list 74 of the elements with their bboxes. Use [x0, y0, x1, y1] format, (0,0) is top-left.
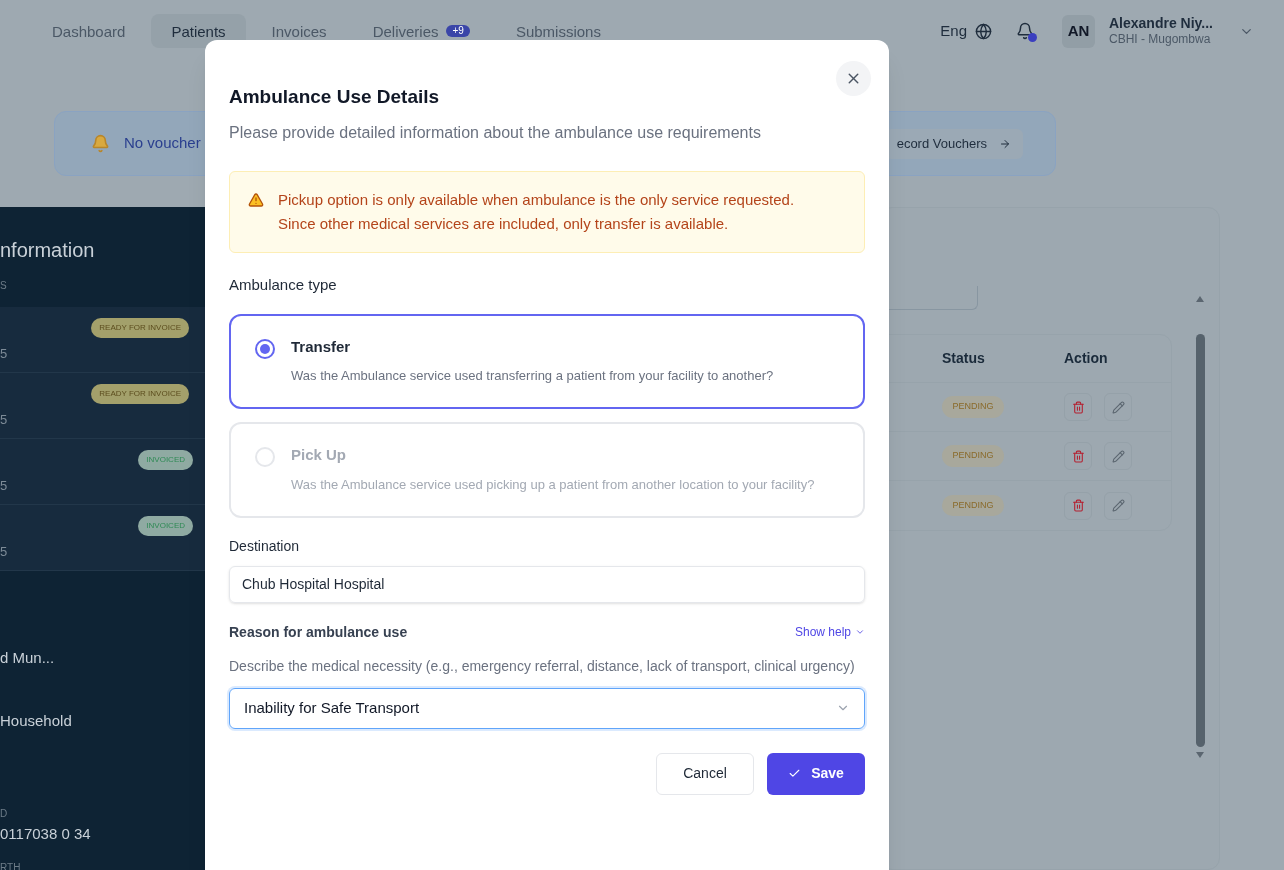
save-button[interactable]: Save [767, 752, 865, 795]
bell-icon [1016, 22, 1034, 40]
radio-option[interactable]: Transfer Was the Ambulance service used transferring a patient from your facility to another? [229, 313, 865, 409]
status-badge: PENDING [942, 494, 1004, 517]
destination-field[interactable]: Chub Hospital Hospital [229, 565, 865, 603]
check-icon [788, 767, 802, 780]
status-badge: PENDING [942, 396, 1004, 418]
option-description: Was the Ambulance service used transferring a patient from your facility to another? [291, 367, 774, 385]
field-label: Destination [229, 536, 301, 556]
status-badge: READY FOR INVOICE [91, 384, 189, 404]
field-value: d Mun... [0, 648, 56, 668]
column-header: Status [942, 349, 986, 368]
trash-icon [1071, 400, 1085, 414]
option-title: Transfer [291, 336, 352, 357]
language-button[interactable]: Eng [940, 19, 992, 43]
status-badge: READY FOR INVOICE [91, 318, 189, 338]
pencil-icon [1111, 449, 1125, 463]
nav-tab[interactable]: Dashboard [32, 14, 146, 48]
option-description: Was the Ambulance service used picking up a patient from another location to your facility? [291, 475, 815, 494]
show-help-link[interactable]: Show help [794, 623, 865, 641]
close-button[interactable] [836, 61, 871, 96]
column-label: S [0, 279, 8, 293]
visit-row[interactable]: 5 INVOICED [0, 439, 205, 505]
trash-icon [1071, 449, 1085, 463]
column-header: Action [1064, 349, 1108, 368]
field-label: D [0, 807, 9, 821]
pencil-icon [1111, 400, 1125, 414]
edit-button[interactable] [1104, 491, 1132, 520]
field-label: Reason for ambulance use [229, 622, 408, 642]
visit-date: 5 [0, 411, 8, 429]
nav-tab[interactable]: Submissions [495, 14, 621, 48]
visit-date: 5 [0, 543, 8, 561]
warning-icon [248, 192, 264, 208]
pencil-icon [1111, 499, 1125, 512]
reason-select[interactable]: Inability for Safe Transport [229, 687, 865, 729]
chevron-down-icon [855, 627, 865, 637]
visit-row[interactable]: 5 READY FOR INVOICE [0, 307, 205, 373]
field-hint: Describe the medical necessity (e.g., emergency referral, distance, lack of transport, clinical urgency) [229, 656, 856, 676]
delete-button[interactable] [1064, 491, 1092, 520]
notification-button[interactable] [1016, 22, 1034, 40]
panel-title: nformation [0, 240, 96, 260]
edit-button[interactable] [1104, 442, 1132, 470]
status-badge: PENDING [942, 445, 1004, 467]
visit-row[interactable]: 5 READY FOR INVOICE [0, 373, 205, 439]
visit-date: 5 [0, 345, 8, 363]
trash-icon [1071, 499, 1085, 512]
user-name: Alexandre Niy... [1109, 14, 1213, 33]
banner-text: No voucher [124, 133, 201, 154]
dialog-subtitle: Please provide detailed information about the ambulance use requirements [229, 123, 762, 143]
option-title: Pick Up [291, 445, 348, 465]
delete-button[interactable] [1064, 442, 1092, 470]
warning-text: Pickup option is only available when ambulance is the only service requested. [278, 190, 795, 210]
section-label: Ambulance type [229, 275, 338, 295]
arrow-right-icon [999, 137, 1011, 150]
edit-button[interactable] [1104, 393, 1132, 421]
nav-tab[interactable]: Patients [151, 14, 246, 48]
field-value: Household [0, 710, 73, 731]
avatar: AN [1062, 14, 1095, 48]
user-organization: CBHI - Mugombwa [1109, 32, 1212, 48]
count-badge: +9 [446, 25, 470, 37]
warning-text: Since other medical services are included, only transfer is available. [278, 214, 730, 234]
dialog-title: Ambulance Use Details [229, 86, 441, 108]
status-badge: INVOICED [138, 450, 193, 470]
bell-icon [91, 134, 110, 153]
status-badge: INVOICED [138, 516, 193, 536]
visit-date: 5 [0, 477, 8, 495]
field-value: 0117038 0 34 [0, 824, 92, 844]
globe-icon [975, 22, 992, 40]
nav-tab[interactable]: Invoices [251, 14, 347, 48]
visit-row[interactable]: 5 INVOICED [0, 505, 205, 571]
radio-button[interactable] [255, 338, 275, 359]
delete-button[interactable] [1064, 393, 1092, 421]
field-label: RTH [0, 860, 22, 870]
cancel-button[interactable]: Cancel [656, 752, 754, 795]
